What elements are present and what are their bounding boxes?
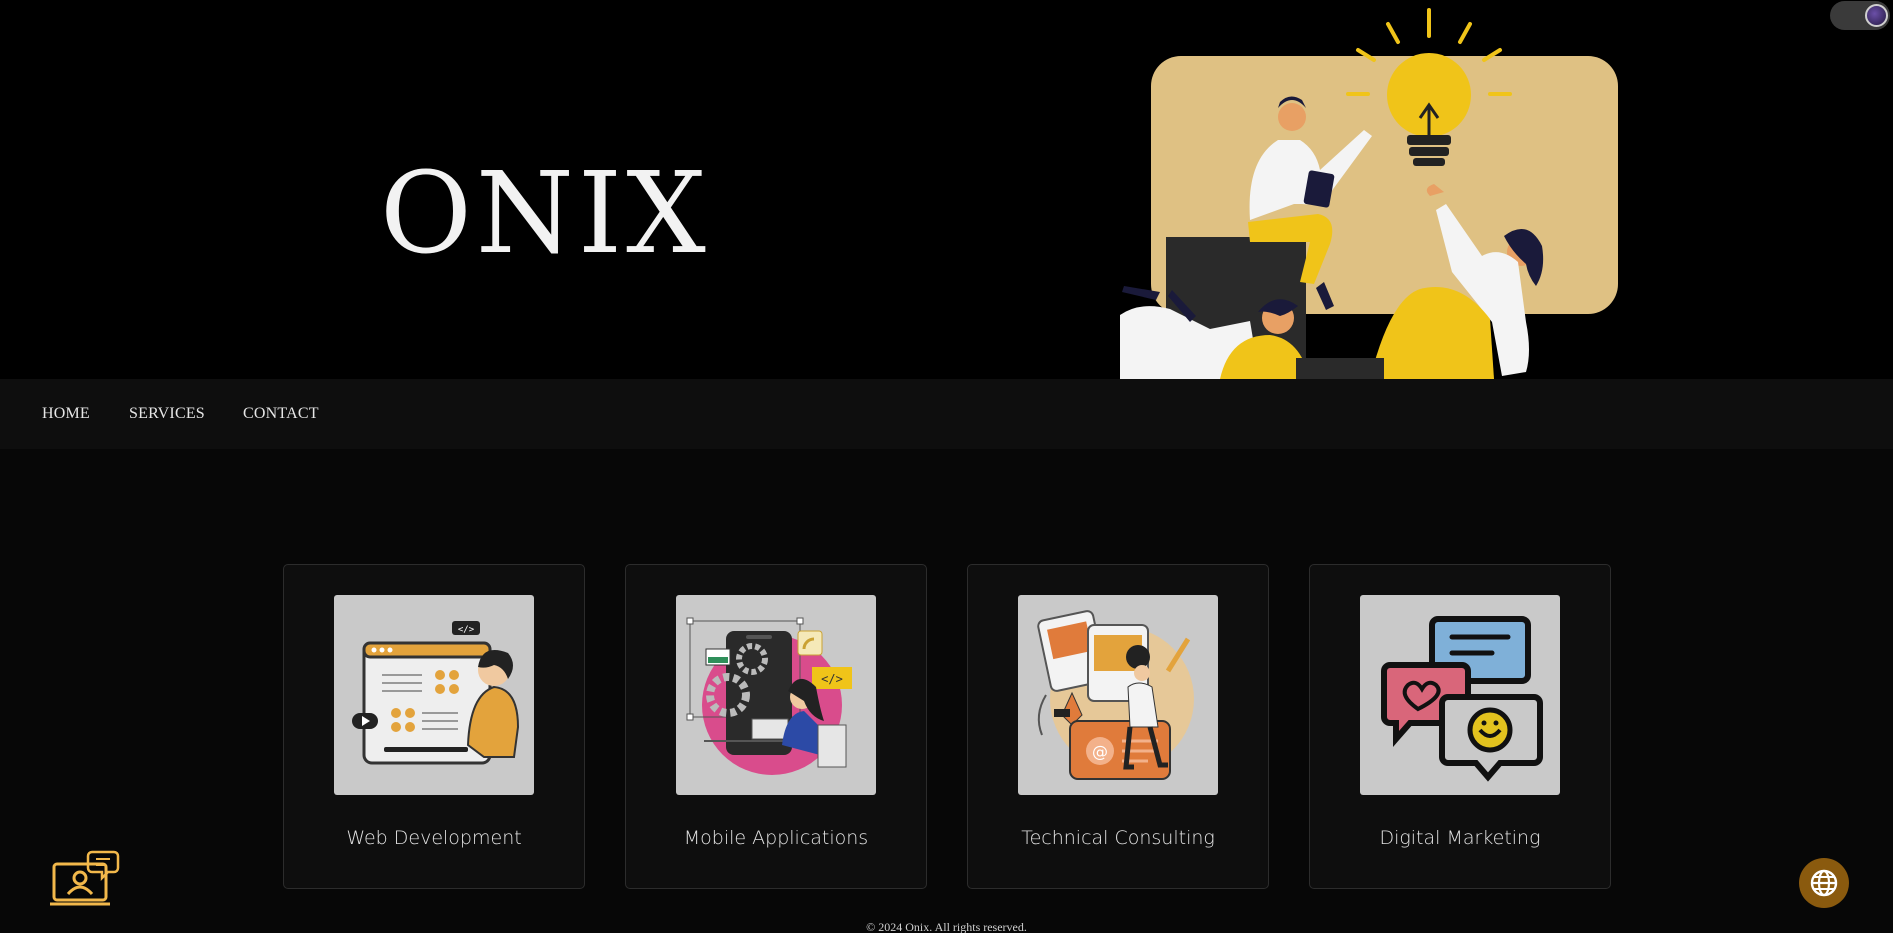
nav-contact[interactable]: CONTACT xyxy=(243,405,319,423)
service-label: Web Development xyxy=(346,827,522,849)
footer-copyright: © 2024 Onix. All rights reserved. xyxy=(866,920,1027,933)
service-card-mobile-applications[interactable]: </> Mobile Applications xyxy=(625,564,927,889)
service-label: Digital Marketing xyxy=(1379,827,1541,849)
service-label: Mobile Applications xyxy=(683,827,869,849)
globe-icon xyxy=(1810,869,1838,897)
svg-text:</>: </> xyxy=(821,672,843,686)
chat-support-icon[interactable] xyxy=(50,848,120,908)
nav-home[interactable]: HOME xyxy=(42,405,90,423)
theme-toggle[interactable] xyxy=(1830,1,1890,30)
moon-icon xyxy=(1865,4,1888,27)
svg-text:</>: </> xyxy=(458,625,475,635)
brand-logo: ONIX xyxy=(380,149,710,279)
mobile-apps-illustration: </> xyxy=(676,595,876,795)
svg-text:@: @ xyxy=(1092,742,1108,761)
main-nav: HOME SERVICES CONTACT xyxy=(0,379,1893,449)
service-card-technical-consulting[interactable]: @ Technical Consulting xyxy=(967,564,1269,889)
consulting-illustration: @ xyxy=(1018,595,1218,795)
nav-services[interactable]: SERVICES xyxy=(129,405,205,423)
service-label: Technical Consulting xyxy=(1021,827,1215,849)
marketing-chat-illustration xyxy=(1360,595,1560,795)
team-lightbulb-illustration xyxy=(1120,8,1618,379)
language-button[interactable] xyxy=(1799,858,1849,908)
service-card-web-development[interactable]: </> Web Development xyxy=(283,564,585,889)
web-development-illustration: </> xyxy=(334,595,534,795)
hero-banner: ONIX xyxy=(0,0,1893,379)
service-card-digital-marketing[interactable]: Digital Marketing xyxy=(1309,564,1611,889)
